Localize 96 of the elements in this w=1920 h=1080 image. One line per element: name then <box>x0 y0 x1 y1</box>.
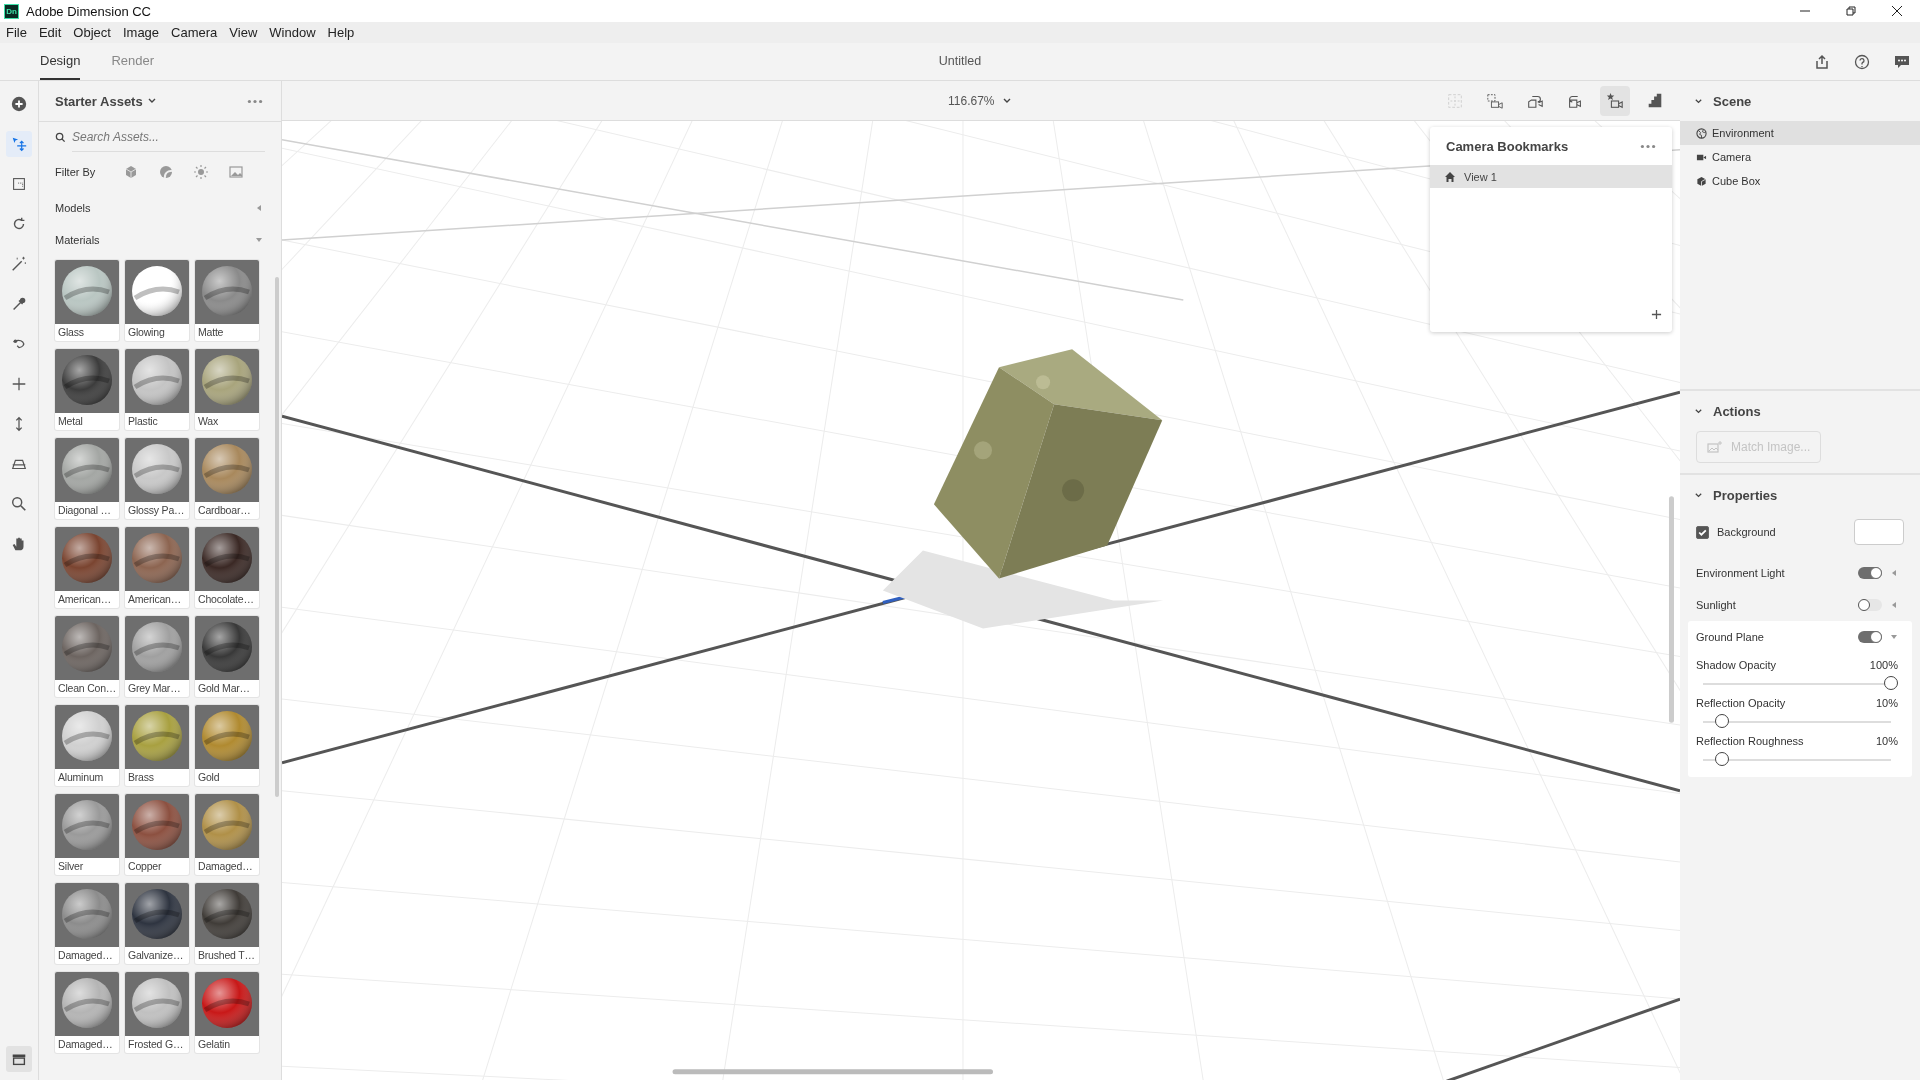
material-tile[interactable]: American… <box>55 527 119 608</box>
section-header[interactable]: Actions <box>1680 391 1761 431</box>
property-label: Sunlight <box>1696 599 1737 611</box>
property-label: Ground Plane <box>1696 631 1765 643</box>
section-header[interactable]: Properties <box>1680 475 1778 515</box>
vertical-scrollbar[interactable] <box>1669 496 1674 723</box>
material-tile[interactable]: Matte <box>195 260 259 341</box>
panel-toggle-icon[interactable] <box>6 1046 32 1072</box>
share-icon[interactable] <box>1814 54 1830 70</box>
toggle-switch[interactable] <box>1858 599 1882 611</box>
slider-label: Reflection Opacity <box>1696 697 1786 709</box>
menu-item[interactable]: Edit <box>38 25 62 40</box>
material-tile[interactable]: American… <box>125 527 189 608</box>
material-tile[interactable]: Glass <box>55 260 119 341</box>
horizontal-scrollbar[interactable] <box>672 1069 993 1075</box>
menu-item[interactable]: Help <box>327 25 355 40</box>
menu-item[interactable]: File <box>6 25 27 40</box>
toggle-switch[interactable] <box>1858 631 1882 643</box>
document-title: Untitled <box>938 54 982 68</box>
material-tile[interactable]: Wax <box>195 349 259 430</box>
material-tile[interactable]: Copper <box>125 794 189 875</box>
expand-icon[interactable] <box>1890 633 1898 641</box>
material-tile[interactable]: Gold Mar… <box>195 616 259 697</box>
mode-tab[interactable]: Design <box>40 53 81 80</box>
material-tile[interactable]: Glowing <box>125 260 189 341</box>
menu-item[interactable]: Image <box>122 25 160 40</box>
slider-thumb[interactable] <box>1714 714 1729 728</box>
color-swatch[interactable] <box>1854 519 1904 545</box>
material-tile[interactable]: Galvanize… <box>125 883 189 964</box>
add-icon[interactable] <box>1651 309 1662 320</box>
search-field[interactable]: Search Assets... <box>72 122 265 152</box>
expand-icon[interactable] <box>1890 601 1898 609</box>
more-icon[interactable] <box>1640 143 1656 149</box>
section-header[interactable]: Models <box>55 192 263 224</box>
help-icon[interactable] <box>1854 54 1870 70</box>
slider-label: Shadow Opacity <box>1696 659 1777 671</box>
material-tile[interactable]: Gelatin <box>195 972 259 1053</box>
slider-thumb[interactable] <box>1714 752 1729 766</box>
slider-thumb[interactable] <box>1884 676 1898 690</box>
checkbox[interactable] <box>1696 525 1709 539</box>
more-icon[interactable] <box>247 98 263 104</box>
menu-item[interactable]: Object <box>73 25 111 40</box>
search-icon <box>55 131 66 143</box>
slider-label: Reflection Roughness <box>1696 735 1804 747</box>
feedback-icon[interactable] <box>1894 54 1910 70</box>
light-filter-icon[interactable] <box>194 165 209 179</box>
image-filter-icon[interactable] <box>229 165 244 179</box>
filter-label: Filter By <box>55 166 96 178</box>
material-tile[interactable]: Aluminum <box>55 705 119 786</box>
bookmark-item[interactable]: View 1 <box>1430 165 1672 188</box>
menu-item[interactable]: Window <box>269 25 316 40</box>
menu-item[interactable]: View <box>229 25 258 40</box>
material-tile[interactable]: Gold <box>195 705 259 786</box>
window-title: Adobe Dimension CC <box>26 3 151 19</box>
material-tile[interactable]: Frosted G… <box>125 972 189 1053</box>
close-icon[interactable] <box>1891 5 1903 17</box>
material-tile[interactable]: Silver <box>55 794 119 875</box>
material-tile[interactable]: Brushed T… <box>195 883 259 964</box>
slider-value: 100% <box>1869 659 1898 671</box>
property-label: Environment Light <box>1696 567 1786 579</box>
checkbox-label[interactable]: Background <box>1696 525 1776 539</box>
material-filter-icon[interactable] <box>159 165 174 179</box>
home-icon <box>1444 170 1456 183</box>
expand-icon[interactable] <box>1890 569 1898 577</box>
material-tile[interactable]: Damaged… <box>195 794 259 875</box>
globe-icon <box>1696 127 1707 139</box>
restore-icon[interactable] <box>1845 5 1857 17</box>
material-tile[interactable]: Clean Con… <box>55 616 119 697</box>
bookmark-camera-icon[interactable] <box>1600 85 1630 116</box>
scene-item[interactable]: Environment <box>1680 121 1920 145</box>
material-tile[interactable]: Brass <box>125 705 189 786</box>
select-tool-icon[interactable] <box>6 131 32 157</box>
section-header[interactable]: Scene <box>1680 81 1752 121</box>
section-header[interactable]: Materials <box>55 224 263 256</box>
cube-filter-icon[interactable] <box>124 165 139 179</box>
slider-value: 10% <box>1875 697 1898 709</box>
material-tile[interactable]: Grey Mar… <box>125 616 189 697</box>
asset-library-dropdown[interactable]: Starter Assets <box>55 93 157 109</box>
menu-item[interactable]: Camera <box>171 25 218 40</box>
material-tile[interactable]: Chocolate… <box>195 527 259 608</box>
material-tile[interactable]: Diagonal … <box>55 438 119 519</box>
material-tile[interactable]: Metal <box>55 349 119 430</box>
app-logo: Dn <box>4 3 19 19</box>
zoom-dropdown[interactable]: 116.67% <box>948 93 1013 108</box>
material-tile[interactable]: Plastic <box>125 349 189 430</box>
image-sparkle-icon <box>1707 440 1723 454</box>
material-tile[interactable]: Damaged… <box>55 972 119 1053</box>
scene-item[interactable]: Camera <box>1680 145 1920 169</box>
material-tile[interactable]: Cardboar… <box>195 438 259 519</box>
material-tile[interactable]: Damaged… <box>55 883 119 964</box>
cube-icon <box>1696 175 1707 187</box>
scene-item[interactable]: Cube Box <box>1680 169 1920 193</box>
slider-value: 10% <box>1875 735 1898 747</box>
popup-title: Camera Bookmarks <box>1446 138 1569 154</box>
toggle-switch[interactable] <box>1858 567 1882 579</box>
material-tile[interactable]: Glossy Pa… <box>125 438 189 519</box>
